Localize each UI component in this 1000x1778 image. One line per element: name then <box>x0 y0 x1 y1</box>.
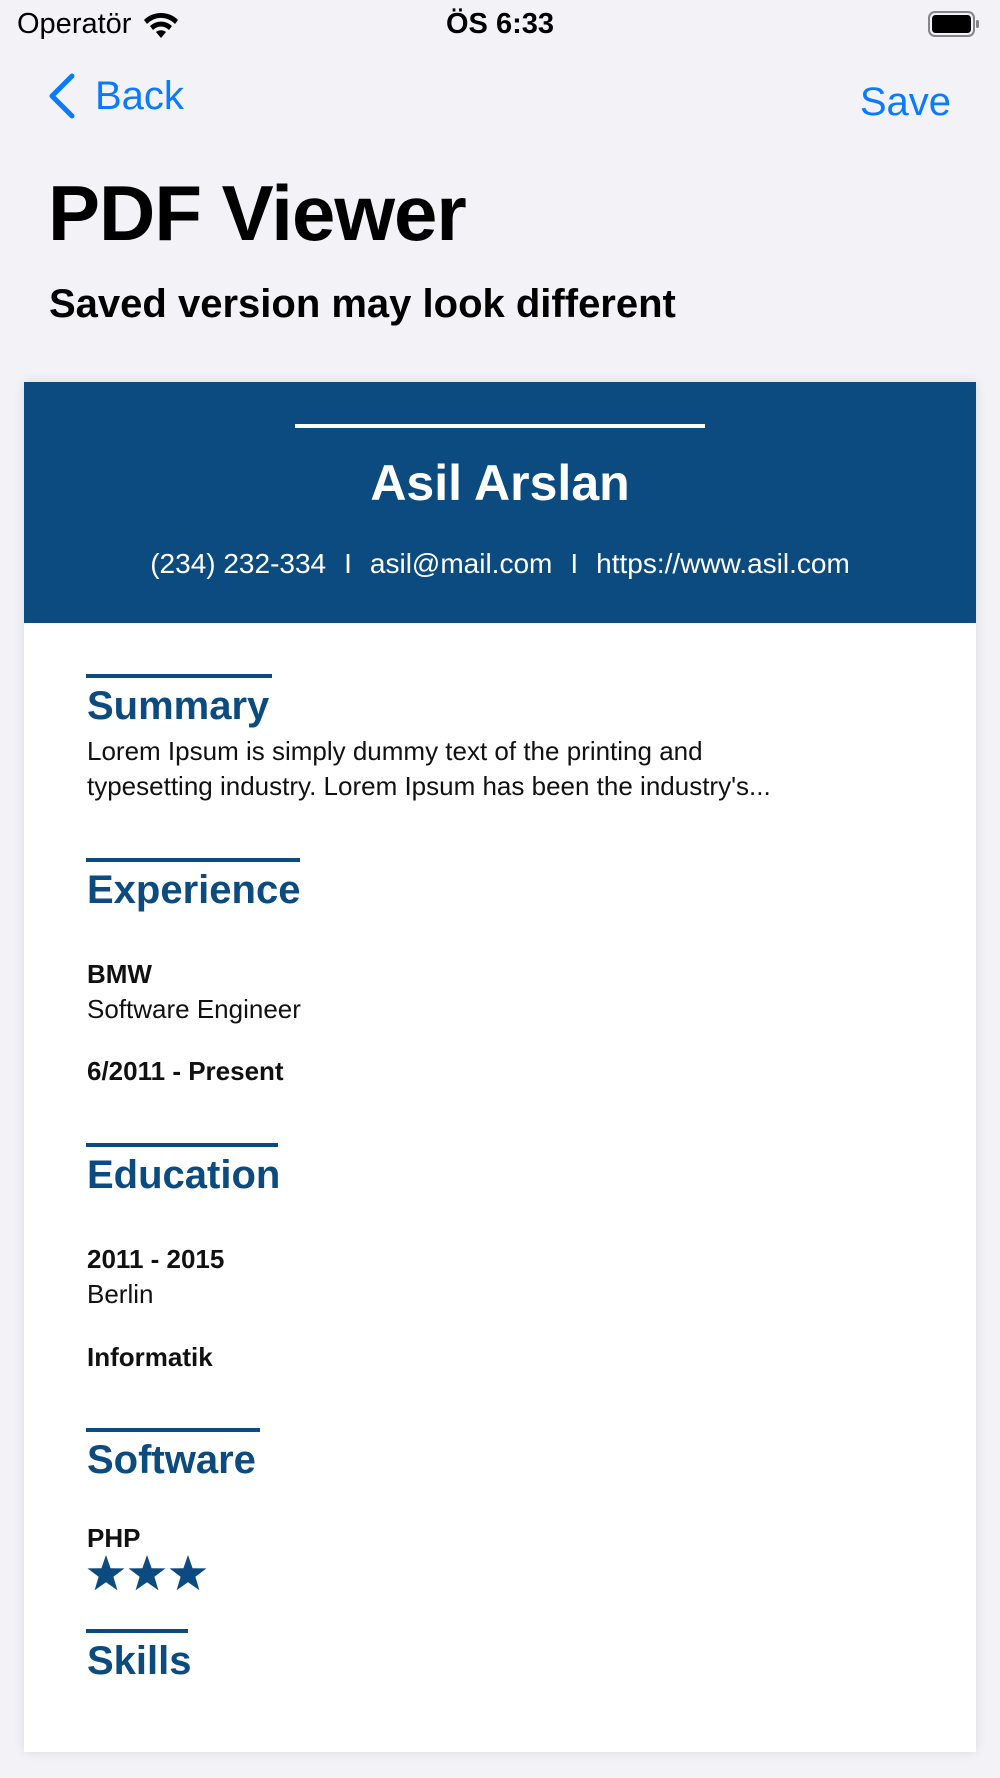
education-years: 2011 - 2015 <box>87 1244 225 1274</box>
experience-role: Software Engineer <box>87 994 301 1024</box>
section-rule <box>86 858 300 862</box>
summary-line: Lorem Ipsum is simply dummy text of the … <box>87 736 703 766</box>
section-title-skills: Skills <box>87 1639 192 1683</box>
section-rule <box>86 1629 188 1633</box>
back-button[interactable]: Back <box>47 72 184 120</box>
status-bar: Operatör ÖS 6:33 <box>0 0 1000 50</box>
page-title: PDF Viewer <box>48 169 467 257</box>
contact-separator: I <box>344 548 352 579</box>
section-title-software: Software <box>87 1438 256 1482</box>
section-rule <box>86 674 272 678</box>
status-time: ÖS 6:33 <box>446 8 554 40</box>
save-button[interactable]: Save <box>860 80 951 125</box>
pdf-document[interactable]: Asil Arslan (234) 232-334 Iasil@mail.com I… <box>24 382 976 1752</box>
contact-website: https://www.asil.com <box>596 548 850 579</box>
contact-line: (234) 232-334 Iasil@mail.com Ihttps://www.… <box>24 548 976 580</box>
navigation-bar: Back Save <box>0 72 1000 132</box>
star-icon <box>169 1555 207 1591</box>
resume-name: Asil Arslan <box>370 455 630 511</box>
contact-email: asil@mail.com <box>369 548 553 579</box>
resume-header: Asil Arslan (234) 232-334 Iasil@mail.com I… <box>24 382 976 623</box>
summary-line: typesetting industry. Lorem Ipsum has be… <box>87 771 771 801</box>
software-name: PHP <box>87 1523 141 1553</box>
page-subtitle: Saved version may look different <box>49 282 676 326</box>
education-location: Berlin <box>87 1279 154 1309</box>
experience-dates: 6/2011 - Present <box>87 1056 284 1086</box>
section-rule <box>86 1428 260 1432</box>
star-icon <box>128 1555 166 1591</box>
battery-icon <box>928 11 979 37</box>
summary-text: Lorem Ipsum is simply dummy text of the … <box>87 734 771 804</box>
education-field: Informatik <box>87 1342 213 1372</box>
header-rule <box>295 424 705 428</box>
section-title-experience: Experience <box>87 868 301 912</box>
back-button-label: Back <box>95 73 184 118</box>
software-rating <box>86 1554 209 1592</box>
star-icon <box>87 1555 125 1591</box>
chevron-left-icon <box>49 73 75 119</box>
contact-phone: (234) 232-334 <box>150 548 327 579</box>
contact-separator: I <box>570 548 579 579</box>
section-title-summary: Summary <box>87 684 270 728</box>
experience-company: BMW <box>87 959 152 989</box>
section-title-education: Education <box>87 1153 281 1197</box>
section-rule <box>86 1143 278 1147</box>
